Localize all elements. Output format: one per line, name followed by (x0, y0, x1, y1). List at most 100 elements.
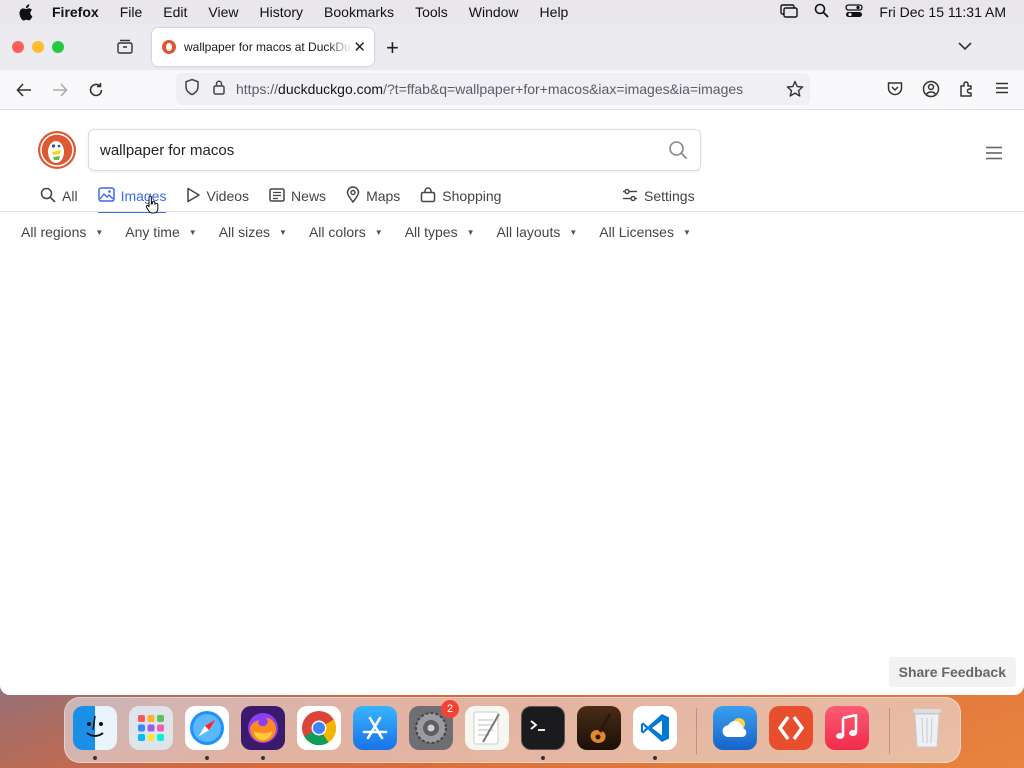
image-filters: All regions ▼ Any time ▼ All sizes ▼ All co… (21, 224, 713, 240)
filter-size-dropdown[interactable]: All sizes ▼ (219, 224, 287, 240)
search-icon[interactable] (668, 140, 688, 165)
apple-menu-icon[interactable] (18, 3, 36, 21)
safari-icon[interactable] (185, 706, 229, 750)
screen-mirroring-icon[interactable] (780, 3, 799, 21)
menu-window[interactable]: Window (469, 4, 519, 20)
window-controls (12, 41, 64, 53)
dock-separator (889, 708, 890, 754)
terminal-icon[interactable] (521, 706, 565, 750)
tab-bar: wallpaper for macos at DuckDuckGo ✕ + (0, 24, 1024, 70)
close-tab-icon[interactable]: ✕ (353, 38, 366, 56)
caret-down-icon: ▼ (95, 227, 104, 237)
notification-badge: 2 (441, 700, 459, 718)
tab-news[interactable]: News (269, 184, 326, 208)
chrome-icon[interactable] (297, 706, 341, 750)
menu-clock[interactable]: Fri Dec 15 11:31 AM (879, 4, 1006, 20)
filter-label: All regions (21, 224, 87, 240)
close-window-button[interactable] (12, 41, 24, 53)
filter-time-dropdown[interactable]: Any time ▼ (125, 224, 196, 240)
navigation-toolbar: https://duckduckgo.com/?t=ffab&q=wallpap… (0, 70, 1024, 110)
menu-bar: Firefox File Edit View History Bookmarks… (0, 0, 1024, 24)
filter-license-dropdown[interactable]: All Licenses ▼ (599, 224, 691, 240)
textedit-icon[interactable] (465, 706, 509, 750)
tab-maps[interactable]: Maps (346, 184, 400, 208)
maximize-window-button[interactable] (52, 41, 64, 53)
hamburger-menu-icon[interactable] (986, 146, 1002, 165)
shopping-bag-icon (420, 186, 436, 206)
tab-news-label: News (291, 188, 327, 204)
menu-help[interactable]: Help (540, 4, 569, 20)
system-settings-icon[interactable]: 2 (409, 700, 459, 750)
new-tab-icon[interactable]: + (386, 35, 399, 61)
browser-tab-active[interactable]: wallpaper for macos at DuckDuckGo ✕ (152, 28, 374, 66)
control-center-icon[interactable] (845, 3, 864, 21)
filter-label: All colors (308, 224, 366, 240)
lock-icon[interactable] (212, 79, 226, 100)
dock-separator (696, 708, 697, 754)
garageband-icon[interactable] (577, 706, 621, 750)
share-feedback-button[interactable]: Share Feedback (888, 657, 1016, 687)
dock: 2 (64, 697, 961, 763)
filter-label: All sizes (218, 224, 271, 240)
account-icon[interactable] (922, 80, 940, 103)
reload-icon[interactable] (86, 80, 106, 100)
menu-history[interactable]: History (259, 4, 303, 20)
remote-desktop-icon[interactable] (769, 706, 813, 750)
settings-sliders-icon (622, 188, 638, 205)
browser-window: wallpaper for macos at DuckDuckGo ✕ + ht… (0, 24, 1024, 695)
toolbar-right-group (886, 80, 1010, 103)
tab-videos[interactable]: Videos (186, 184, 249, 208)
minimize-window-button[interactable] (32, 41, 44, 53)
caret-down-icon: ▼ (682, 227, 691, 237)
list-all-tabs-icon[interactable] (958, 38, 972, 56)
caret-down-icon: ▼ (569, 227, 578, 237)
menu-file[interactable]: File (120, 4, 143, 20)
safari-running-dot (205, 756, 209, 760)
filter-layout-dropdown[interactable]: All layouts ▼ (497, 224, 578, 240)
pointer-hand-cursor-icon (145, 195, 159, 219)
tab-settings[interactable]: Settings (622, 184, 695, 208)
tab-videos-label: Videos (206, 188, 250, 204)
tab-shopping[interactable]: Shopping (420, 184, 501, 208)
tab-images-label: Images (120, 188, 167, 204)
search-input[interactable] (100, 141, 640, 159)
menu-app-name[interactable]: Firefox (52, 4, 99, 20)
filter-label: All layouts (496, 224, 561, 240)
caret-down-icon: ▼ (188, 227, 197, 237)
back-icon[interactable] (14, 80, 34, 100)
caret-down-icon: ▼ (374, 227, 383, 237)
firefox-icon[interactable] (241, 706, 285, 750)
menu-view[interactable]: View (208, 4, 238, 20)
menu-bookmarks[interactable]: Bookmarks (324, 4, 394, 20)
news-icon (269, 187, 285, 205)
trash-icon[interactable] (905, 706, 949, 750)
firefox-view-icon[interactable] (116, 38, 136, 56)
launchpad-icon[interactable] (129, 706, 173, 750)
bookmark-star-icon[interactable] (786, 80, 804, 103)
filter-type-dropdown[interactable]: All types ▼ (405, 224, 475, 240)
caret-down-icon: ▼ (279, 227, 287, 237)
duckduckgo-logo-icon[interactable] (37, 130, 77, 170)
app-store-icon[interactable] (353, 706, 397, 750)
extensions-icon[interactable] (958, 80, 976, 103)
tab-maps-label: Maps (366, 188, 401, 204)
spotlight-search-icon[interactable] (814, 3, 830, 21)
tab-all[interactable]: All (40, 184, 78, 208)
menu-tools[interactable]: Tools (415, 4, 448, 20)
address-bar[interactable]: https://duckduckgo.com/?t=ffab&q=wallpap… (176, 73, 810, 105)
tab-title: wallpaper for macos at DuckDuckGo (184, 40, 352, 54)
forward-icon[interactable] (50, 80, 70, 100)
app-menu-icon[interactable] (994, 80, 1010, 103)
finder-icon[interactable] (73, 706, 117, 750)
filter-region-dropdown[interactable]: All regions ▼ (21, 224, 103, 240)
pocket-icon[interactable] (886, 80, 904, 103)
menu-edit[interactable]: Edit (163, 4, 187, 20)
vscode-icon[interactable] (633, 706, 677, 750)
filter-color-dropdown[interactable]: All colors ▼ (309, 224, 383, 240)
search-box (88, 129, 701, 171)
tracking-protection-shield-icon[interactable] (184, 78, 200, 101)
url-text[interactable]: https://duckduckgo.com/?t=ffab&q=wallpap… (236, 81, 743, 97)
weather-icon[interactable] (713, 706, 757, 750)
filter-label: All types (404, 224, 458, 240)
music-icon[interactable] (825, 706, 869, 750)
